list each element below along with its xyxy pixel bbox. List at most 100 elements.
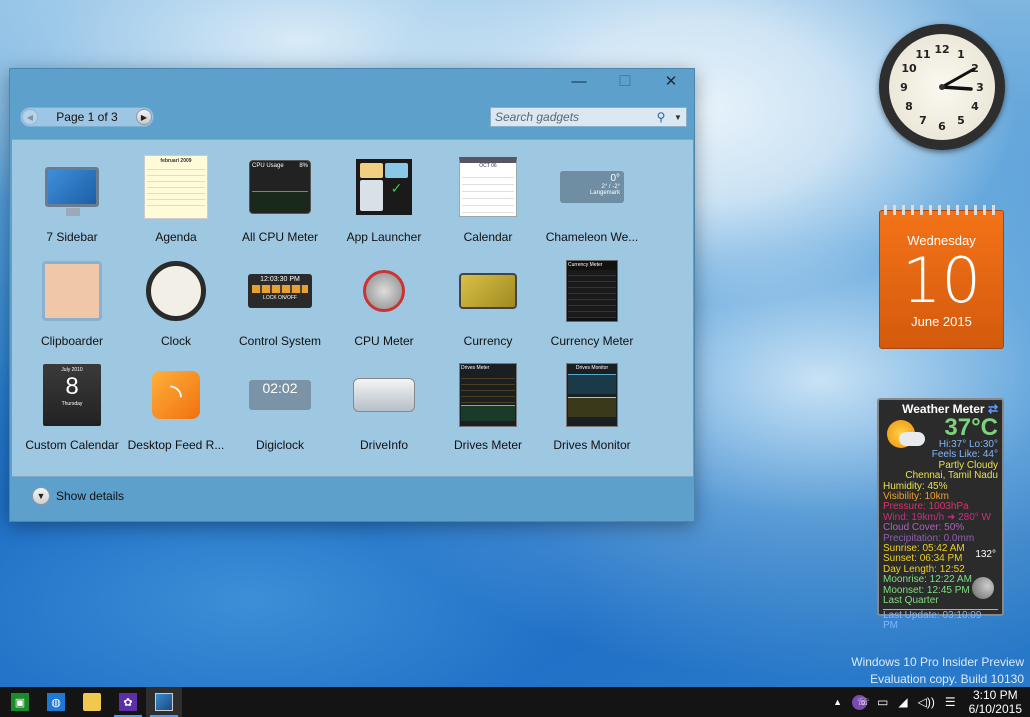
notepad-icon xyxy=(385,163,408,178)
gadget-tile-driveinfo[interactable]: DriveInfo xyxy=(332,356,436,460)
gadget-tile-7-sidebar[interactable]: 7 Sidebar xyxy=(20,148,124,252)
cpu-meter-thumbnail: CPU Usage 8% xyxy=(249,160,311,214)
control-system-thumbnail: 12:03:30 PM LOCK ON/OFF xyxy=(248,274,312,308)
drives-meter-thumb-rows xyxy=(461,373,515,405)
gadget-tile-drives-monitor[interactable]: Drives Monitor Drives Monitor xyxy=(540,356,644,460)
next-page-button[interactable]: ▶ xyxy=(135,109,152,125)
weather-last-update: Last Update: 03:10:09 PM xyxy=(883,608,998,632)
action-center-icon[interactable]: ☰ xyxy=(940,695,961,709)
gadget-tile-agenda[interactable]: februari 2009 Agenda xyxy=(124,148,228,252)
maximize-button[interactable]: ☐ xyxy=(602,69,648,93)
drives-meter-thumb-graph xyxy=(461,405,515,421)
gadget-tile-digiclock[interactable]: 02:02 Digiclock xyxy=(228,356,332,460)
numeral-7: 7 xyxy=(919,114,927,127)
clock-gadget[interactable]: 12 1 2 3 4 5 6 7 8 9 10 11 xyxy=(879,24,1005,150)
gadget-label: Clock xyxy=(160,334,191,348)
search-icon[interactable]: ⚲ xyxy=(652,110,670,124)
hour-hand xyxy=(940,85,973,91)
globe-icon: ◍ xyxy=(47,693,65,711)
gadget-tile-desktop-feed-reader[interactable]: ◝ Desktop Feed R... xyxy=(124,356,228,460)
gadget-tile-clipboarder[interactable]: Clipboarder xyxy=(20,252,124,356)
calendar-thumbnail: OCT 06 xyxy=(459,157,517,217)
power-icon[interactable]: ▭ xyxy=(872,695,893,709)
drives-monitor-thumb-title: Drives Monitor xyxy=(575,365,609,371)
gadget-label: Agenda xyxy=(155,230,197,244)
drives-monitor-thumb-graph-1 xyxy=(568,374,616,394)
chevron-down-icon: ▼ xyxy=(32,487,50,505)
taskbar-settings-button[interactable]: ✿ xyxy=(110,687,146,717)
numeral-3: 3 xyxy=(976,81,984,94)
gadget-gallery-window: — ☐ ✕ ◀ Page 1 of 3 ▶ ⚲ ▼ 7 Sidebar febr… xyxy=(9,68,695,522)
folder-icon xyxy=(83,693,101,711)
minute-hand xyxy=(940,67,976,89)
currency-card-thumbnail xyxy=(459,273,517,309)
gadgets-icon xyxy=(155,693,173,711)
gadget-tile-drives-meter[interactable]: Drives Meter Drives Meter xyxy=(436,356,540,460)
taskbar-time: 3:10 PM xyxy=(972,688,1018,702)
minimize-button[interactable]: — xyxy=(556,69,602,93)
custom-cal-thumb-weekday: Thursday xyxy=(61,401,83,407)
gadget-tile-custom-calendar[interactable]: July 2010 8 Thursday Custom Calendar xyxy=(20,356,124,460)
numeral-12: 12 xyxy=(934,43,949,56)
taskbar-store-button[interactable]: ▣ xyxy=(2,687,38,717)
gadget-tile-all-cpu-meter[interactable]: CPU Usage 8% All CPU Meter xyxy=(228,148,332,252)
numeral-9: 9 xyxy=(900,81,908,94)
calendar-gadget[interactable]: Wednesday 10 June 2015 xyxy=(879,205,1004,349)
wifi-icon[interactable]: ◢ xyxy=(893,695,912,709)
digiclock-thumbnail: 02:02 xyxy=(249,380,311,410)
numeral-11: 11 xyxy=(915,48,930,61)
taskbar: ▣ ◍ ✿ ▲ ☏ ▭ ◢ ◁)) ☰ 3:10 PM 6/10/2015 xyxy=(0,687,1030,717)
taskbar-clock[interactable]: 3:10 PM 6/10/2015 xyxy=(961,688,1030,716)
currency-meter-thumbnail: Currency Meter xyxy=(566,260,618,322)
custom-cal-thumb-day: 8 xyxy=(65,373,79,400)
gadget-tile-chameleon-weather[interactable]: 0° 2° / -2° Langemark Chameleon We... xyxy=(540,148,644,252)
gadget-label: DriveInfo xyxy=(359,438,409,452)
calendar-thumb-grid xyxy=(462,171,514,213)
taskbar-gadgets-button[interactable] xyxy=(146,687,182,717)
chameleon-thumb-city: Langemark xyxy=(589,190,620,196)
show-details-toggle[interactable]: ▼ Show details xyxy=(32,487,124,505)
viber-icon[interactable]: ☏ xyxy=(847,694,872,710)
volume-icon[interactable]: ◁)) xyxy=(913,695,940,709)
paint-icon: ✓ xyxy=(385,179,408,211)
gadget-tile-control-system[interactable]: 12:03:30 PM LOCK ON/OFF Control System xyxy=(228,252,332,356)
gadget-label: Control System xyxy=(238,334,322,348)
gadget-grid-area: 7 Sidebar februari 2009 Agenda CPU Usage… xyxy=(12,139,693,477)
gadget-label: CPU Meter xyxy=(354,334,414,348)
currency-meter-thumb-title: Currency Meter xyxy=(568,262,603,268)
gadget-tile-cpu-meter[interactable]: CPU Meter xyxy=(332,252,436,356)
gadget-grid: 7 Sidebar februari 2009 Agenda CPU Usage… xyxy=(20,148,644,460)
gadget-label: Drives Meter xyxy=(453,438,522,452)
show-hidden-icons-chevron[interactable]: ▲ xyxy=(828,697,847,707)
taskbar-edge-button[interactable]: ◍ xyxy=(38,687,74,717)
numeral-1: 1 xyxy=(957,48,965,61)
calendar-thumb-month: OCT 06 xyxy=(479,163,497,169)
numeral-4: 4 xyxy=(971,100,979,113)
gadget-tile-currency[interactable]: Currency xyxy=(436,252,540,356)
calendar-day: 10 xyxy=(902,244,981,317)
previous-page-button[interactable]: ◀ xyxy=(22,109,38,125)
search-dropdown-icon[interactable]: ▼ xyxy=(670,113,686,122)
control-thumb-buttons xyxy=(252,285,308,293)
currency-meter-thumb-rows xyxy=(568,270,616,318)
chameleon-thumb-temp: 0° xyxy=(610,173,620,184)
cpu-thumb-title: CPU Usage xyxy=(252,163,284,169)
gadget-label: Custom Calendar xyxy=(25,438,119,452)
folder-icon xyxy=(360,163,383,178)
taskbar-explorer-button[interactable] xyxy=(74,687,110,717)
custom-calendar-thumbnail: July 2010 8 Thursday xyxy=(43,364,101,426)
gadget-label: Currency xyxy=(463,334,513,348)
watermark-line-1: Windows 10 Pro Insider Preview xyxy=(851,655,1024,669)
gadget-tile-currency-meter[interactable]: Currency Meter Currency Meter xyxy=(540,252,644,356)
calendar-month-year: June 2015 xyxy=(911,314,972,329)
clock-face: 12 1 2 3 4 5 6 7 8 9 10 11 xyxy=(889,34,995,140)
cloud-icon xyxy=(899,432,925,446)
weather-meter-gadget[interactable]: Weather Meter ⇄ 37°C Hi:37° Lo:30° Feels… xyxy=(877,398,1004,631)
gadget-tile-calendar[interactable]: OCT 06 Calendar xyxy=(436,148,540,252)
gadget-tile-app-launcher[interactable]: ✓ App Launcher xyxy=(332,148,436,252)
search-gadgets-input[interactable] xyxy=(491,110,652,124)
close-button[interactable]: ✕ xyxy=(648,69,694,93)
gadget-tile-clock[interactable]: Clock xyxy=(124,252,228,356)
cpu-gauge-thumbnail xyxy=(363,270,405,312)
numeral-8: 8 xyxy=(905,100,913,113)
